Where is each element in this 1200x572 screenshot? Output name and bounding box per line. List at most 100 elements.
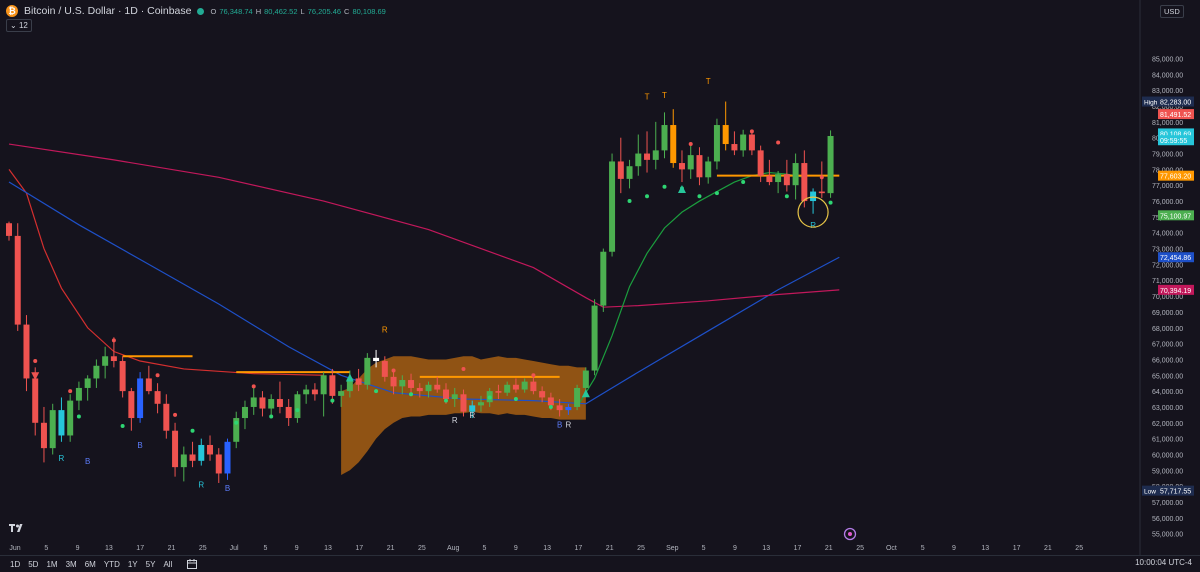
candle-body[interactable]	[792, 163, 799, 186]
range-all[interactable]: All	[163, 560, 172, 569]
currency-button[interactable]: USD	[1160, 5, 1184, 18]
candle-body[interactable]	[801, 163, 808, 202]
candle-body[interactable]	[748, 134, 755, 151]
candle-body[interactable]	[582, 370, 589, 388]
candle-body[interactable]	[495, 391, 502, 393]
candle-body[interactable]	[547, 397, 554, 406]
candle-body[interactable]	[163, 403, 170, 431]
candle-body[interactable]	[731, 144, 738, 151]
candle-body[interactable]	[6, 223, 12, 236]
calendar-icon[interactable]	[186, 558, 198, 570]
candle-body[interactable]	[207, 444, 214, 455]
candle-body[interactable]	[696, 155, 703, 178]
candle-body[interactable]	[591, 305, 598, 371]
candle-body[interactable]	[128, 391, 135, 419]
candle-body[interactable]	[259, 397, 266, 409]
candle-body[interactable]	[338, 391, 345, 396]
candle-body[interactable]	[644, 153, 651, 160]
candle-body[interactable]	[189, 454, 196, 461]
candle-body[interactable]	[539, 391, 546, 398]
candle-body[interactable]	[766, 175, 773, 183]
candle-body[interactable]	[521, 381, 528, 390]
candle-body[interactable]	[713, 125, 720, 162]
candle-body[interactable]	[626, 166, 633, 179]
candle-body[interactable]	[40, 422, 47, 449]
candle-body[interactable]	[635, 153, 642, 167]
symbol-title[interactable]: Bitcoin / U.S. Dollar · 1D · Coinbase	[24, 5, 191, 17]
candle-body[interactable]	[145, 378, 152, 392]
candle-body[interactable]	[311, 389, 318, 395]
candle-body[interactable]	[329, 375, 336, 396]
candle-body[interactable]	[154, 391, 161, 404]
candle-body[interactable]	[827, 135, 834, 194]
candle-body[interactable]	[722, 125, 729, 145]
candle-body[interactable]	[434, 384, 441, 390]
candle-body[interactable]	[32, 378, 39, 423]
candle-body[interactable]	[224, 441, 231, 474]
candle-body[interactable]	[198, 444, 205, 461]
candle-body[interactable]	[119, 361, 126, 392]
candle-body[interactable]	[215, 454, 222, 474]
candle-body[interactable]	[477, 402, 484, 406]
candle-body[interactable]	[783, 174, 790, 186]
range-1m[interactable]: 1M	[46, 560, 57, 569]
candle-body[interactable]	[757, 150, 764, 176]
candle-body[interactable]	[84, 378, 91, 388]
candle-body[interactable]	[399, 380, 406, 387]
range-3m[interactable]: 3M	[66, 560, 77, 569]
range-1y[interactable]: 1Y	[128, 560, 138, 569]
candle-body[interactable]	[687, 155, 694, 170]
candle-body[interactable]	[294, 394, 301, 419]
candle-body[interactable]	[250, 397, 257, 407]
candle-body[interactable]	[172, 430, 179, 468]
candle-body[interactable]	[93, 365, 100, 379]
candle-body[interactable]	[381, 361, 388, 377]
candle-body[interactable]	[23, 324, 30, 379]
ai-assistant-icon[interactable]	[843, 527, 857, 541]
candle-body[interactable]	[67, 400, 74, 436]
candle-body[interactable]	[617, 161, 624, 179]
candle-body[interactable]	[416, 387, 423, 392]
candle-body[interactable]	[530, 381, 537, 392]
candle-body[interactable]	[241, 406, 248, 419]
candle-body[interactable]	[600, 251, 607, 306]
candle-body[interactable]	[355, 378, 362, 385]
candle-body[interactable]	[268, 399, 275, 409]
candle-body[interactable]	[705, 161, 712, 178]
candle-body[interactable]	[58, 410, 65, 436]
candle-body[interactable]	[180, 454, 187, 468]
candle-body[interactable]	[740, 134, 747, 151]
candle-body[interactable]	[102, 356, 109, 366]
clock-readout[interactable]: 10:00:04 UTC-4	[1135, 558, 1192, 567]
range-5y[interactable]: 5Y	[146, 560, 156, 569]
price-chart[interactable]: R BBR BRRRB RT TTR85,000.0084,000.0083,000.0…	[0, 0, 1200, 571]
candle-body[interactable]	[303, 389, 310, 395]
range-1d[interactable]: 1D	[10, 560, 20, 569]
candle-body[interactable]	[565, 406, 572, 411]
candle-body[interactable]	[818, 191, 825, 194]
candle-body[interactable]	[276, 399, 283, 407]
candle-body[interactable]	[390, 376, 397, 387]
candle-body[interactable]	[574, 387, 581, 407]
candle-body[interactable]	[670, 125, 677, 164]
candle-body[interactable]	[110, 356, 117, 362]
candle-body[interactable]	[285, 406, 292, 419]
candle-body[interactable]	[556, 405, 563, 411]
candle-body[interactable]	[661, 125, 668, 151]
range-ytd[interactable]: YTD	[104, 560, 120, 569]
candle-body[interactable]	[609, 161, 616, 252]
candle-body[interactable]	[408, 380, 415, 388]
candle-body[interactable]	[652, 150, 659, 160]
candle-body[interactable]	[137, 378, 144, 419]
candle-body[interactable]	[678, 163, 685, 170]
candle-body[interactable]	[512, 384, 519, 390]
range-5d[interactable]: 5D	[28, 560, 38, 569]
indicator-collapse-button[interactable]: ⌄ 12	[6, 19, 32, 32]
candle-body[interactable]	[460, 394, 467, 412]
candle-body[interactable]	[373, 357, 380, 362]
candle-body[interactable]	[775, 174, 782, 183]
tradingview-logo-icon[interactable]	[8, 522, 26, 534]
range-6m[interactable]: 6M	[85, 560, 96, 569]
candle-body[interactable]	[425, 384, 432, 392]
candle-body[interactable]	[75, 387, 82, 401]
